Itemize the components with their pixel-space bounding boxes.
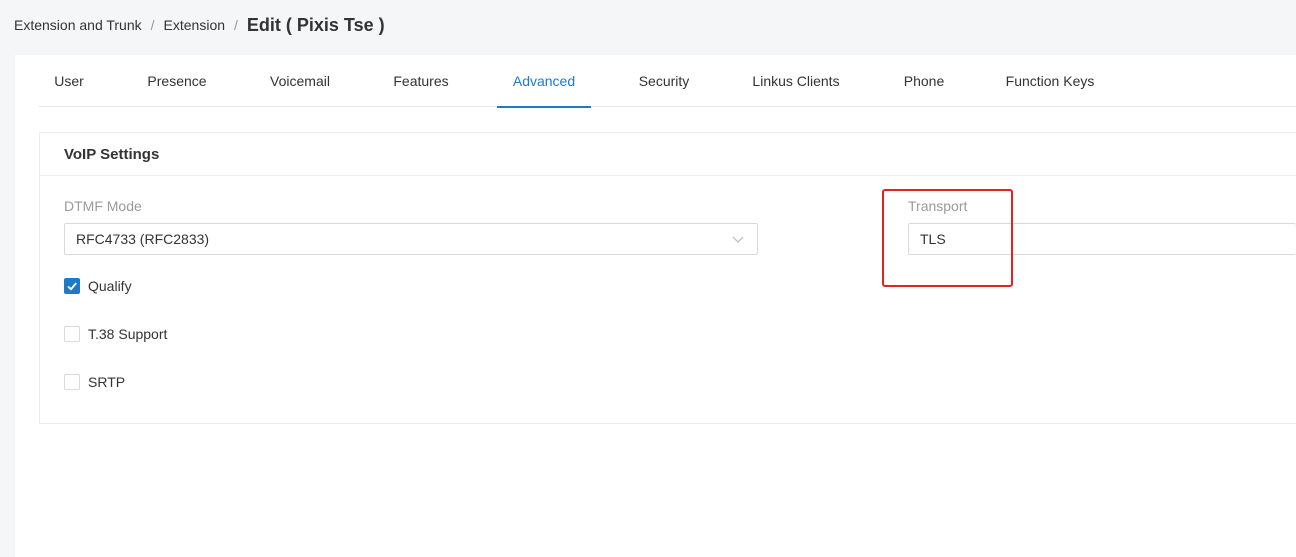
panel-header: VoIP Settings: [40, 133, 1296, 176]
page-title: Edit ( Pixis Tse ): [246, 14, 385, 35]
breadcrumb: Extension and Trunk / Extension / Edit (…: [14, 0, 385, 50]
t38-support-option[interactable]: T.38 Support: [64, 326, 167, 342]
tab-voicemail[interactable]: Voicemail: [255, 55, 345, 107]
dtmf-mode-value: RFC4733 (RFC2833): [76, 231, 210, 247]
voip-settings-panel: VoIP Settings: [39, 132, 1296, 424]
tab-bar: User Presence Voicemail Features Advance…: [39, 55, 1296, 108]
transport-label: Transport: [908, 198, 968, 214]
tab-features[interactable]: Features: [379, 55, 463, 107]
check-icon: [67, 282, 77, 291]
dtmf-mode-label: DTMF Mode: [64, 198, 142, 214]
tab-linkus-clients[interactable]: Linkus Clients: [739, 55, 853, 107]
tab-presence[interactable]: Presence: [131, 55, 223, 107]
tab-phone[interactable]: Phone: [889, 55, 959, 107]
tab-security[interactable]: Security: [623, 55, 705, 107]
panel-title: VoIP Settings: [64, 145, 160, 163]
qualify-checkbox[interactable]: [64, 278, 80, 294]
breadcrumb-extension-and-trunk[interactable]: Extension and Trunk: [14, 17, 142, 33]
transport-select[interactable]: TLS: [908, 223, 1296, 255]
t38-support-checkbox[interactable]: [64, 326, 80, 342]
tab-advanced[interactable]: Advanced: [497, 55, 591, 108]
main-card: User Presence Voicemail Features Advance…: [15, 55, 1296, 557]
srtp-label: SRTP: [88, 374, 126, 390]
breadcrumb-separator: /: [150, 17, 155, 33]
chevron-down-icon: [732, 236, 744, 243]
qualify-option[interactable]: Qualify: [64, 278, 132, 294]
breadcrumb-separator: /: [234, 17, 238, 33]
srtp-option[interactable]: SRTP: [64, 374, 125, 390]
breadcrumb-extension[interactable]: Extension: [164, 17, 225, 33]
t38-support-label: T.38 Support: [88, 326, 168, 342]
tab-user[interactable]: User: [39, 55, 99, 107]
dtmf-mode-select[interactable]: RFC4733 (RFC2833): [64, 223, 758, 255]
qualify-label: Qualify: [88, 278, 132, 294]
transport-value: TLS: [920, 231, 946, 247]
srtp-checkbox[interactable]: [64, 374, 80, 390]
tab-function-keys[interactable]: Function Keys: [993, 55, 1107, 107]
